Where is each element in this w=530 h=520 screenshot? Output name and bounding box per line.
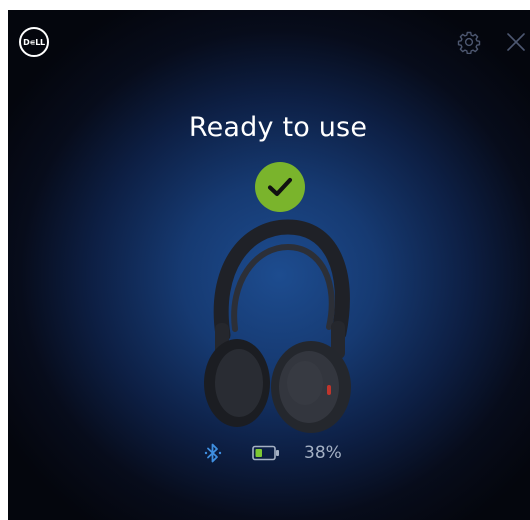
close-button[interactable]: [504, 30, 528, 54]
app-window: D∊LL Ready to use 38%: [8, 10, 530, 520]
device-status-bar: 38%: [204, 440, 342, 466]
dell-logo: D∊LL: [19, 27, 49, 57]
close-icon: [507, 33, 525, 51]
battery-icon: [252, 445, 279, 461]
settings-button[interactable]: [456, 29, 482, 55]
battery-percentage: 38%: [304, 443, 342, 463]
headphones-image: [204, 219, 351, 433]
status-title: Ready to use: [188, 112, 368, 143]
checkmark-icon: [267, 177, 293, 197]
logo-text: D∊LL: [23, 37, 45, 47]
gear-icon: [457, 31, 481, 54]
bluetooth-icon: [204, 443, 222, 463]
battery-fill: [255, 449, 262, 457]
